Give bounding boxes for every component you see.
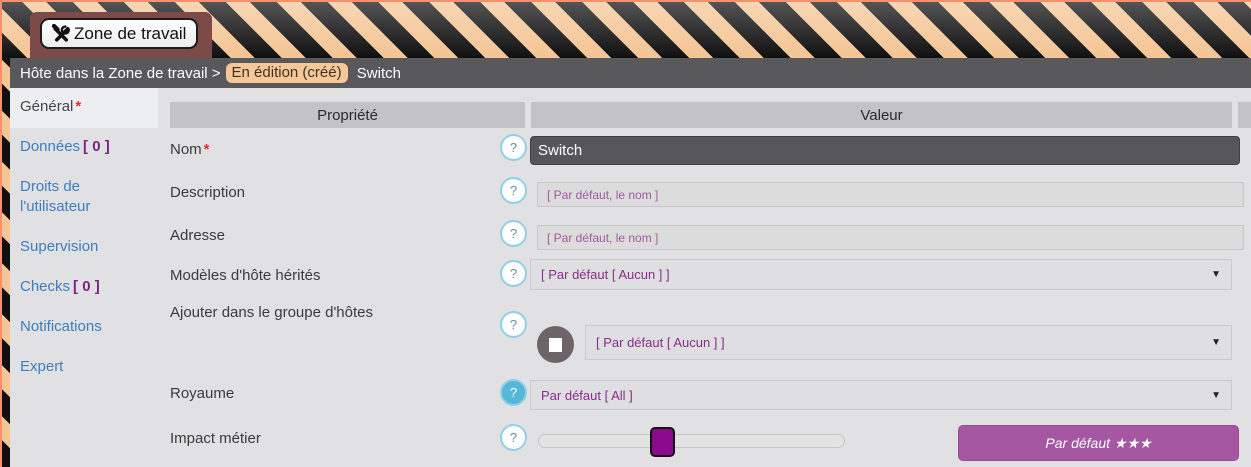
page: Zone de travail Hôte dans la Zone de tra…: [0, 0, 1251, 467]
content-panel: Général* Données[ 0 ] Droits de l'utilis…: [10, 88, 1251, 467]
breadcrumb-current: Switch: [353, 65, 401, 82]
sidebar-item-label: Données: [20, 138, 80, 155]
sidebar-item-droits[interactable]: Droits de l'utilisateur: [10, 168, 158, 228]
help-icon[interactable]: ?: [500, 311, 527, 338]
sidebar-item-label: Supervision: [20, 238, 98, 255]
field-label-impact: Impact métier: [170, 430, 261, 447]
sidebar-item-checks[interactable]: Checks[ 0 ]: [10, 268, 158, 308]
count-badge: [ 0 ]: [83, 138, 110, 155]
royaume-select[interactable]: Par défaut [ All ] ▼: [530, 380, 1232, 410]
workspace-tab-button[interactable]: Zone de travail: [40, 18, 198, 49]
table-header-property: Propriété: [170, 102, 525, 128]
impact-slider[interactable]: [538, 434, 845, 448]
nom-input[interactable]: [530, 136, 1240, 165]
sidebar-item-general[interactable]: Général*: [10, 88, 158, 128]
square-icon: [549, 338, 562, 352]
help-icon-active[interactable]: ?: [500, 379, 527, 406]
chevron-down-icon: ▼: [1211, 269, 1221, 280]
royaume-select-value: Par défaut [ All ]: [541, 388, 633, 403]
help-icon[interactable]: ?: [500, 220, 527, 247]
count-badge: [ 0 ]: [73, 278, 100, 295]
impact-slider-handle[interactable]: [650, 427, 675, 457]
sidebar: Général* Données[ 0 ] Droits de l'utilis…: [10, 88, 158, 388]
field-label-description: Description: [170, 184, 245, 201]
modeles-select[interactable]: [ Par défaut [ Aucun ] ] ▼: [530, 259, 1232, 290]
breadcrumb-prefix[interactable]: Hôte dans la Zone de travail: [20, 65, 212, 82]
help-icon[interactable]: ?: [500, 177, 527, 204]
sidebar-item-label: Notifications: [20, 318, 102, 335]
sidebar-item-donnees[interactable]: Données[ 0 ]: [10, 128, 158, 168]
description-input[interactable]: [537, 182, 1244, 207]
breadcrumb: Hôte dans la Zone de travail > En édition…: [10, 58, 1251, 88]
sidebar-item-label: Expert: [20, 358, 63, 375]
groupe-select-value: [ Par défaut [ Aucun ] ]: [596, 335, 725, 350]
table-header-spacer: [1238, 102, 1251, 128]
required-asterisk: *: [75, 98, 81, 115]
field-label-groupe: Ajouter dans le groupe d'hôtes: [170, 304, 373, 321]
impact-default-button[interactable]: Par défaut ★★★: [958, 425, 1239, 461]
add-hostgroup-button[interactable]: [537, 326, 574, 363]
chevron-down-icon: ▼: [1211, 390, 1221, 401]
help-icon[interactable]: ?: [500, 260, 527, 287]
adresse-input[interactable]: [537, 225, 1244, 250]
sidebar-item-notifications[interactable]: Notifications: [10, 308, 158, 348]
field-label-royaume: Royaume: [170, 385, 234, 402]
groupe-select[interactable]: [ Par défaut [ Aucun ] ] ▼: [585, 325, 1232, 360]
required-asterisk: *: [204, 141, 210, 158]
sidebar-item-label: Général: [20, 98, 73, 115]
sidebar-item-expert[interactable]: Expert: [10, 348, 158, 388]
table-header-value: Valeur: [531, 102, 1232, 128]
workspace-tab-label: Zone de travail: [74, 24, 186, 44]
help-icon[interactable]: ?: [500, 424, 527, 451]
field-label-nom: Nom*: [170, 141, 210, 158]
chevron-down-icon: ▼: [1211, 337, 1221, 348]
sidebar-item-supervision[interactable]: Supervision: [10, 228, 158, 268]
field-label-modeles: Modèles d'hôte hérités: [170, 267, 320, 284]
sidebar-item-label: Checks: [20, 278, 70, 295]
breadcrumb-separator: >: [212, 65, 221, 82]
modeles-select-value: [ Par défaut [ Aucun ] ]: [541, 267, 670, 282]
workspace-tab-backdrop: Zone de travail: [30, 12, 212, 58]
tools-icon: [52, 24, 71, 43]
field-label-adresse: Adresse: [170, 227, 225, 244]
help-icon[interactable]: ?: [500, 134, 527, 161]
status-badge: En édition (créé): [226, 63, 348, 83]
sidebar-item-label: Droits de l'utilisateur: [20, 178, 90, 215]
